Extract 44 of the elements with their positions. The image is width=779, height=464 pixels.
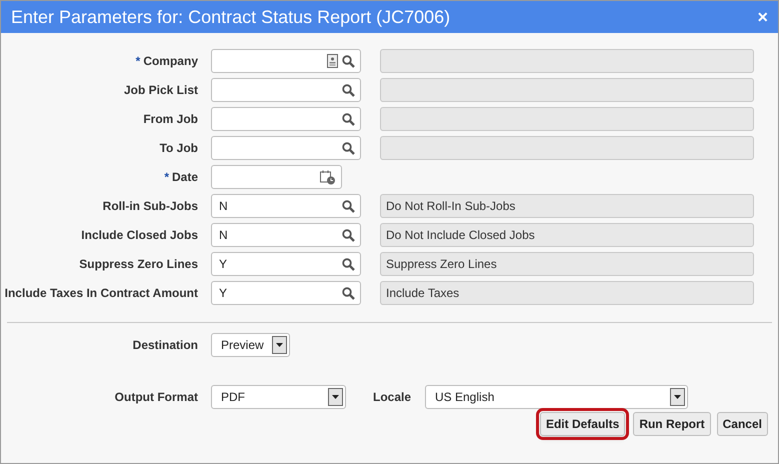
- field-label: Include Taxes In Contract Amount: [4, 285, 198, 302]
- lookup-field[interactable]: [211, 49, 361, 73]
- field-label: Locale: [372, 389, 411, 406]
- required-asterisk: *: [136, 53, 140, 70]
- lookup-field[interactable]: N: [211, 194, 361, 218]
- field-label: Roll-in Sub-Jobs: [102, 198, 198, 215]
- description-field: Do Not Roll-In Sub-Jobs: [380, 194, 754, 218]
- field-label: From Job: [143, 111, 198, 128]
- search-icon[interactable]: [342, 54, 355, 68]
- field-label: Destination: [132, 337, 198, 354]
- calendar-clock-icon[interactable]: [320, 170, 336, 184]
- field-label: To Job: [160, 140, 198, 157]
- field-label: Output Format: [114, 389, 198, 406]
- search-icon[interactable]: [342, 286, 355, 300]
- dropdown[interactable]: Preview: [211, 333, 290, 357]
- search-icon[interactable]: [342, 112, 355, 126]
- required-asterisk: *: [164, 169, 169, 186]
- field-label: Job Pick List: [124, 82, 198, 99]
- search-icon[interactable]: [342, 200, 355, 212]
- search-icon[interactable]: [342, 258, 355, 270]
- search-icon[interactable]: [342, 228, 355, 242]
- field-label: Company: [143, 53, 198, 70]
- field-label: Include Closed Jobs: [81, 227, 198, 244]
- lookup-field[interactable]: N: [211, 223, 361, 247]
- lookup-field[interactable]: Y: [211, 281, 361, 305]
- close-button[interactable]: ×: [757, 8, 768, 26]
- lookup-field[interactable]: [211, 78, 361, 102]
- description-field: Suppress Zero Lines: [380, 252, 754, 276]
- action-button[interactable]: Cancel: [716, 412, 768, 436]
- search-icon[interactable]: [342, 142, 355, 154]
- field-label: Date: [172, 169, 198, 186]
- lookup-field[interactable]: Y: [211, 252, 361, 276]
- description-field: Include Taxes: [380, 281, 754, 305]
- action-button[interactable]: Run Report: [633, 412, 711, 436]
- date-field[interactable]: [211, 165, 342, 189]
- lookup-field[interactable]: [211, 107, 361, 131]
- search-icon[interactable]: [342, 84, 355, 96]
- field-label: Suppress Zero Lines: [79, 256, 198, 273]
- dropdown[interactable]: PDF: [211, 385, 346, 409]
- id-card-icon[interactable]: [327, 54, 338, 68]
- window-title: Enter Parameters for: Contract Status Report (JC7006): [11, 6, 450, 29]
- dropdown[interactable]: US English: [425, 385, 688, 409]
- description-field: Do Not Include Closed Jobs: [380, 223, 754, 247]
- lookup-field[interactable]: [211, 136, 361, 160]
